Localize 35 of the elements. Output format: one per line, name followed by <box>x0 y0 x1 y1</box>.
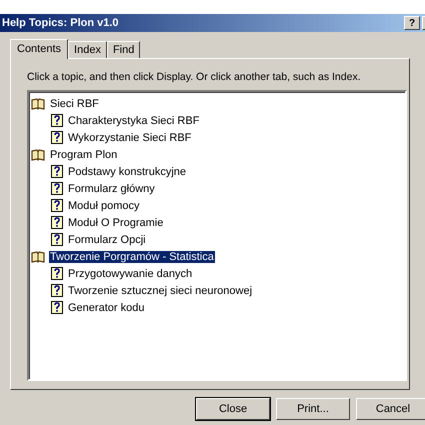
help-page-icon <box>51 284 63 297</box>
book-icon <box>31 148 45 160</box>
book-icon <box>31 250 45 262</box>
help-page-icon <box>51 233 63 246</box>
tree-item[interactable]: Generator kodu <box>67 302 146 314</box>
help-page-icon <box>51 199 63 212</box>
tab[interactable]: Index <box>68 41 107 58</box>
tree-item[interactable]: Wykorzystanie Sieci RBF <box>67 132 192 144</box>
tab[interactable]: Contents <box>10 39 68 59</box>
tree-item[interactable]: Formularz główny <box>67 182 156 194</box>
help-page-icon <box>51 114 63 127</box>
tree-item[interactable]: Formularz Opcji <box>67 234 147 246</box>
help-button[interactable]: ? <box>404 16 420 30</box>
tree-item[interactable]: Moduł O Programie <box>67 216 164 228</box>
tree-item[interactable]: Tworzenie sztucznej sieci neuronowej <box>67 284 254 296</box>
help-page-icon <box>51 216 63 229</box>
book-icon <box>31 98 45 110</box>
tree-item[interactable]: Moduł pomocy <box>67 200 141 212</box>
tree-item[interactable]: Podstawy konstrukcyjne <box>67 166 187 178</box>
tree-item[interactable]: Tworzenie Porgramów - Statistica <box>49 250 215 262</box>
help-page-icon <box>51 131 63 144</box>
instruction-text: Click a topic, and then click Display. Or click another tab, such as Index. <box>27 71 362 83</box>
tab[interactable]: Find <box>106 41 140 58</box>
tree-item[interactable]: Sieci RBF <box>49 98 100 110</box>
dialog-button[interactable]: Print... <box>276 398 350 420</box>
help-page-icon <box>51 267 63 280</box>
dialog-button[interactable]: Cancel <box>356 398 425 420</box>
tree-item[interactable]: Program Plon <box>49 148 118 160</box>
dialog-button[interactable]: Close <box>196 398 270 420</box>
tree-item[interactable]: Przygotowywanie danych <box>67 268 194 280</box>
window-title: Help Topics: Plon v1.0 <box>2 17 120 29</box>
help-page-icon <box>51 182 63 195</box>
tree-item[interactable]: Charakterystyka Sieci RBF <box>67 114 200 126</box>
help-page-icon <box>51 301 63 314</box>
help-page-icon <box>51 165 63 178</box>
